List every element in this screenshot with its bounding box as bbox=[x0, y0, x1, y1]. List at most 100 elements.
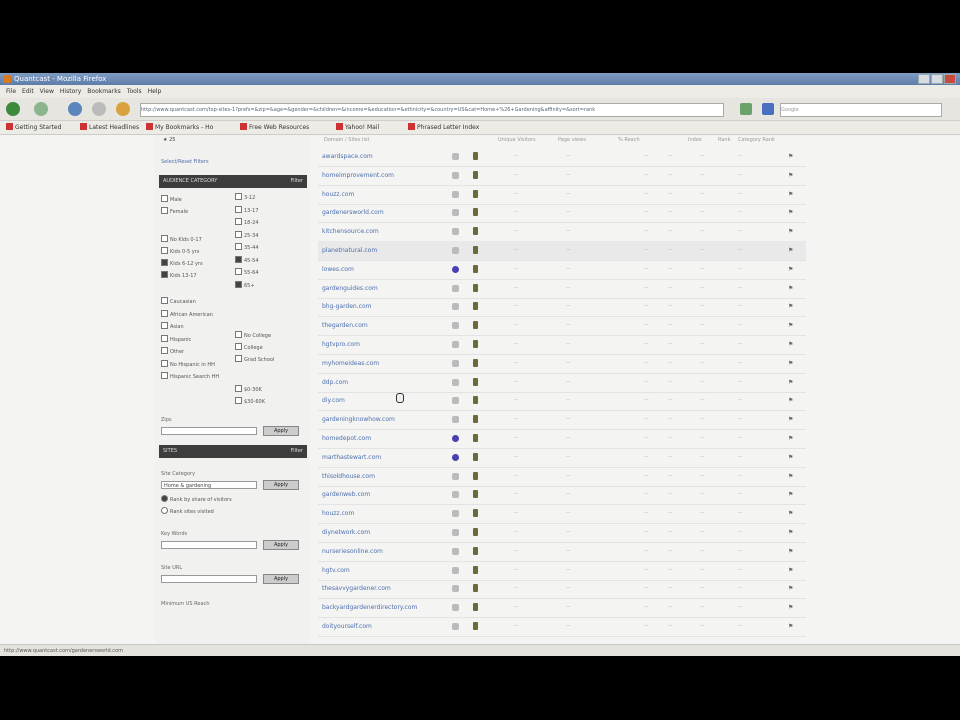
site-domain-link[interactable]: diynetwork.com bbox=[322, 529, 370, 536]
table-row[interactable]: hgtvpro.com — — — — — — ⚑ bbox=[318, 335, 806, 355]
site-domain-link[interactable]: gardenweb.com bbox=[322, 491, 370, 498]
table-row[interactable]: homedepot.com — — — — — — ⚑ bbox=[318, 429, 806, 449]
table-row[interactable]: kitchensource.com — — — — — — ⚑ bbox=[318, 222, 806, 243]
menu-item-tools[interactable]: Tools bbox=[127, 85, 142, 98]
flag-icon[interactable]: ⚑ bbox=[788, 172, 793, 179]
site-domain-link[interactable]: doityourself.com bbox=[322, 623, 372, 630]
table-row[interactable]: diynetwork.com — — — — — — ⚑ bbox=[318, 523, 806, 543]
site-url-apply-button[interactable]: Apply bbox=[263, 574, 299, 584]
forward-icon[interactable] bbox=[34, 102, 48, 116]
report-icon[interactable] bbox=[452, 510, 459, 518]
zip-input[interactable] bbox=[161, 427, 257, 435]
extra-checkbox[interactable]: $30-60K bbox=[235, 397, 265, 405]
report-icon[interactable] bbox=[452, 604, 459, 612]
table-row[interactable]: doityourself.com — — — — — — ⚑ bbox=[318, 617, 806, 637]
table-row[interactable]: bhg-garden.com — — — — — — ⚑ bbox=[318, 297, 806, 318]
site-domain-link[interactable]: bhg-garden.com bbox=[322, 303, 371, 310]
table-row[interactable]: marthastewart.com — — — — — — ⚑ bbox=[318, 448, 806, 468]
ethnicity-checkbox[interactable]: Caucasian bbox=[161, 297, 196, 305]
household-checkbox[interactable]: Hispanic Search HH bbox=[161, 372, 219, 380]
site-domain-link[interactable]: thisoldhouse.com bbox=[322, 473, 375, 480]
report-icon[interactable] bbox=[452, 209, 459, 217]
site-domain-link[interactable]: diy.com bbox=[322, 397, 345, 404]
minimize-button[interactable] bbox=[918, 74, 930, 84]
age-checkbox[interactable]: 13-17 bbox=[235, 205, 259, 214]
table-row[interactable]: thesavvygardener.com — — — — — — ⚑ bbox=[318, 579, 806, 600]
flag-icon[interactable]: ⚑ bbox=[788, 548, 793, 555]
site-domain-link[interactable]: ddp.com bbox=[322, 379, 348, 386]
flag-icon[interactable]: ⚑ bbox=[788, 416, 793, 423]
rank-visited-radio[interactable]: Rank sites visited bbox=[161, 507, 214, 515]
report-icon[interactable] bbox=[452, 322, 459, 330]
column-header[interactable]: Rank bbox=[718, 137, 731, 143]
flag-icon[interactable]: ⚑ bbox=[788, 228, 793, 235]
flag-icon[interactable]: ⚑ bbox=[788, 623, 793, 630]
search-engine-icon[interactable] bbox=[762, 103, 774, 115]
report-icon[interactable] bbox=[452, 171, 459, 179]
stop-icon[interactable] bbox=[92, 102, 106, 116]
flag-icon[interactable]: ⚑ bbox=[788, 153, 793, 160]
menu-item-help[interactable]: Help bbox=[148, 85, 162, 98]
report-icon[interactable] bbox=[452, 529, 459, 536]
site-domain-link[interactable]: gardenersworld.com bbox=[322, 209, 384, 216]
report-icon[interactable] bbox=[452, 228, 459, 236]
site-domain-link[interactable]: thesavvygardener.com bbox=[322, 585, 391, 592]
report-icon[interactable] bbox=[452, 623, 459, 630]
site-domain-link[interactable]: homeimprovement.com bbox=[322, 172, 394, 179]
category-select[interactable]: Home & gardening bbox=[161, 481, 257, 489]
flag-icon[interactable]: ⚑ bbox=[788, 322, 793, 329]
report-icon[interactable] bbox=[452, 566, 459, 574]
report-icon[interactable] bbox=[452, 547, 459, 555]
go-icon[interactable] bbox=[740, 103, 752, 115]
site-domain-link[interactable]: thegarden.com bbox=[322, 322, 368, 329]
audience-header[interactable]: AUDIENCE CATEGORY Filter bbox=[159, 175, 307, 188]
flag-icon[interactable]: ⚑ bbox=[788, 604, 793, 611]
flag-icon[interactable]: ⚑ bbox=[788, 491, 793, 498]
kids-checkbox[interactable]: Kids 13-17 bbox=[161, 271, 197, 279]
zip-apply-button[interactable]: Apply bbox=[263, 426, 299, 436]
ethnicity-checkbox[interactable]: Asian bbox=[161, 322, 184, 330]
age-checkbox[interactable]: 65+ bbox=[235, 280, 255, 289]
age-checkbox[interactable]: 55-64 bbox=[235, 268, 259, 276]
report-icon[interactable] bbox=[452, 491, 459, 499]
column-header[interactable]: Page views bbox=[558, 137, 586, 143]
ethnicity-checkbox[interactable]: Other bbox=[161, 347, 184, 355]
flag-icon[interactable]: ⚑ bbox=[788, 341, 793, 348]
flag-icon[interactable]: ⚑ bbox=[788, 285, 793, 292]
flag-icon[interactable]: ⚑ bbox=[788, 454, 793, 461]
flag-icon[interactable]: ⚑ bbox=[788, 209, 793, 216]
table-row[interactable]: ddp.com — — — — — — ⚑ bbox=[318, 373, 806, 393]
table-row[interactable]: gardenguides.com — — — — — — ⚑ bbox=[318, 279, 806, 299]
site-domain-link[interactable]: planetnatural.com bbox=[322, 247, 377, 254]
search-input[interactable]: Google bbox=[780, 103, 942, 117]
home-icon[interactable] bbox=[116, 102, 130, 116]
table-row[interactable]: planetnatural.com — — — — — — ⚑ bbox=[318, 241, 806, 261]
report-icon[interactable] bbox=[452, 247, 459, 254]
table-row[interactable]: backyardgardenerdirectory.com — — — — — — ⚑ bbox=[318, 598, 806, 619]
flag-icon[interactable]: ⚑ bbox=[788, 510, 793, 517]
flag-icon[interactable]: ⚑ bbox=[788, 360, 793, 367]
age-checkbox[interactable]: 45-54 bbox=[235, 255, 259, 264]
site-domain-link[interactable]: marthastewart.com bbox=[322, 454, 381, 461]
bookmark-item[interactable]: Free Web Resources bbox=[240, 121, 309, 134]
income-checkbox[interactable]: College bbox=[235, 343, 263, 351]
menu-item-edit[interactable]: Edit bbox=[22, 85, 34, 98]
gender-checkbox[interactable]: Male bbox=[161, 195, 182, 203]
close-button[interactable] bbox=[944, 74, 956, 84]
report-icon[interactable] bbox=[452, 359, 459, 367]
site-domain-link[interactable]: kitchensource.com bbox=[322, 228, 379, 235]
site-domain-link[interactable]: backyardgardenerdirectory.com bbox=[322, 604, 417, 611]
flag-icon[interactable]: ⚑ bbox=[788, 247, 793, 254]
site-domain-link[interactable]: houzz.com bbox=[322, 191, 354, 198]
kids-checkbox[interactable]: Kids 6-12 yrs bbox=[161, 259, 203, 267]
site-domain-link[interactable]: hgtv.com bbox=[322, 567, 350, 574]
site-domain-link[interactable]: gardenguides.com bbox=[322, 285, 378, 292]
age-checkbox[interactable]: 35-44 bbox=[235, 243, 259, 251]
column-header[interactable]: Domain / Sites list bbox=[324, 137, 369, 143]
table-row[interactable]: gardenersworld.com — — — — — — ⚑ bbox=[318, 203, 806, 224]
quantified-badge-icon[interactable] bbox=[452, 265, 459, 273]
reload-icon[interactable] bbox=[68, 102, 82, 116]
site-domain-link[interactable]: homedepot.com bbox=[322, 435, 371, 442]
flag-icon[interactable]: ⚑ bbox=[788, 529, 793, 536]
table-row[interactable]: thisoldhouse.com — — — — — — ⚑ bbox=[318, 467, 806, 487]
